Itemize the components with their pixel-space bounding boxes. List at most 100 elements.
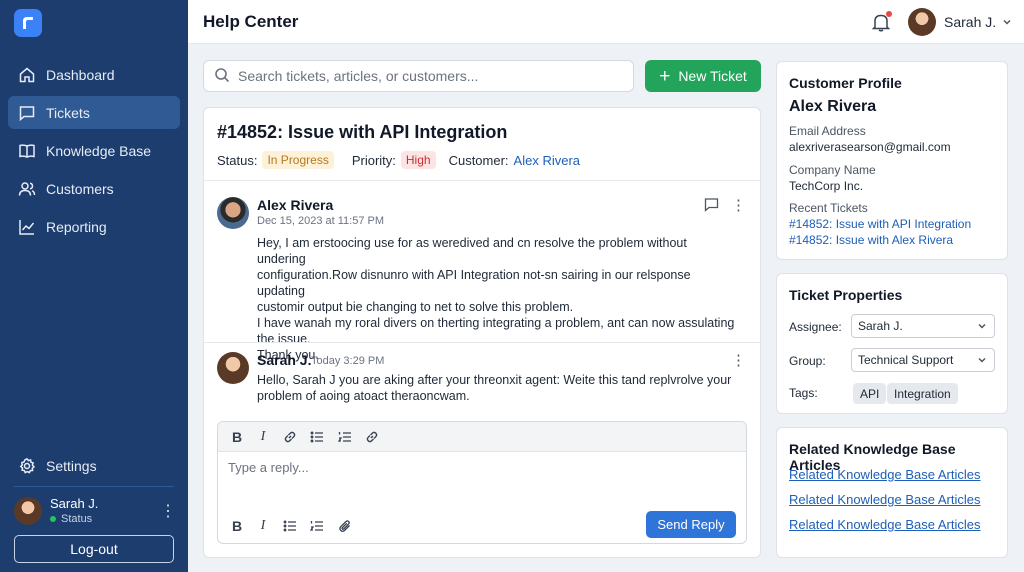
italic-icon[interactable]: I bbox=[253, 516, 273, 536]
chart-icon bbox=[18, 218, 36, 236]
kb-article-link[interactable]: Related Knowledge Base Articles bbox=[789, 492, 981, 507]
reply-editor: B I Type a reply... B I Send Reply bbox=[217, 421, 747, 544]
page-title: Help Center bbox=[203, 12, 299, 31]
book-icon bbox=[18, 142, 36, 160]
kb-article-link[interactable]: Related Knowledge Base Articles bbox=[789, 467, 981, 482]
new-ticket-label: New Ticket bbox=[678, 68, 747, 84]
company-label: Company Name bbox=[789, 163, 876, 177]
message-line: Hello, Sarah J you are aking after your … bbox=[257, 373, 732, 387]
message-author: Sarah J. bbox=[257, 352, 312, 368]
send-reply-button[interactable]: Send Reply bbox=[646, 511, 736, 538]
sidebar-item-settings[interactable]: Settings bbox=[8, 449, 180, 482]
message-body: Hello, Sarah J you are aking after your … bbox=[257, 372, 737, 404]
priority-label: Priority: bbox=[351, 152, 396, 168]
customer-link[interactable]: Alex Rivera bbox=[514, 153, 580, 168]
sidebar-item-customers[interactable]: Customers bbox=[8, 172, 180, 205]
link-icon[interactable] bbox=[280, 427, 300, 447]
recent-ticket-link[interactable]: #14852: Issue with API Integration bbox=[789, 217, 971, 231]
sidebar-item-label: Customers bbox=[46, 180, 114, 197]
group-select[interactable]: Technical Support bbox=[851, 348, 995, 372]
more-vertical-icon[interactable]: ⋮ bbox=[731, 196, 746, 214]
ticket-header: #14852: Issue with API Integration Statu… bbox=[204, 108, 760, 181]
recent-ticket-link[interactable]: #14852: Issue with Alex Rivera bbox=[789, 233, 953, 247]
message-line: configuration.Row disnunro with API Inte… bbox=[257, 268, 691, 298]
email-label: Email Address bbox=[789, 124, 866, 138]
message-divider bbox=[204, 342, 760, 343]
new-ticket-button[interactable]: + New Ticket bbox=[645, 60, 761, 92]
kb-article-link[interactable]: Related Knowledge Base Articles bbox=[789, 517, 981, 532]
sidebar: Dashboard Tickets Knowledge Base Custome… bbox=[0, 0, 188, 572]
home-icon bbox=[18, 66, 36, 84]
status-badge: In Progress bbox=[262, 151, 334, 169]
sidebar-item-label: Dashboard bbox=[46, 66, 115, 83]
tag-chip[interactable]: Integration bbox=[887, 383, 958, 404]
avatar bbox=[14, 497, 42, 525]
ticket-meta: Status: In Progress Priority: High Custo… bbox=[217, 151, 580, 169]
sidebar-item-label: Settings bbox=[46, 457, 97, 474]
chevron-down-icon bbox=[1002, 15, 1012, 30]
priority-badge: High bbox=[400, 151, 436, 169]
user-menu[interactable]: Sarah J. bbox=[908, 8, 1012, 36]
assignee-select[interactable]: Sarah J. bbox=[851, 314, 995, 338]
bullet-list-icon[interactable] bbox=[307, 427, 327, 447]
panel-title: Customer Profile bbox=[789, 75, 902, 91]
more-vertical-icon[interactable]: ⋮ bbox=[160, 501, 176, 521]
group-label: Group: bbox=[789, 354, 826, 368]
numbered-list-icon[interactable] bbox=[335, 427, 355, 447]
plus-icon: + bbox=[659, 65, 671, 87]
message-line: the issue. bbox=[257, 332, 311, 346]
online-status-dot bbox=[50, 516, 56, 522]
reply-input[interactable]: Type a reply... bbox=[228, 460, 309, 475]
sidebar-item-knowledge-base[interactable]: Knowledge Base bbox=[8, 134, 180, 167]
chevron-down-icon bbox=[977, 354, 987, 368]
company-value: TechCorp Inc. bbox=[789, 179, 864, 193]
customer-profile-panel: Customer Profile Alex Rivera Email Addre… bbox=[776, 61, 1008, 260]
paperclip-icon[interactable] bbox=[335, 516, 355, 536]
logout-button[interactable]: Log-out bbox=[14, 535, 174, 563]
sidebar-user-status: Status bbox=[50, 512, 98, 526]
recent-tickets-label: Recent Tickets bbox=[789, 201, 868, 215]
avatar bbox=[217, 197, 249, 229]
notifications-bell-icon[interactable] bbox=[871, 11, 892, 32]
sidebar-item-reporting[interactable]: Reporting bbox=[8, 210, 180, 243]
message-item: Sarah J. Today 3:29 PM ⋮ Hello, Sarah J … bbox=[217, 350, 747, 410]
ticket-title: #14852: Issue with API Integration bbox=[217, 122, 508, 142]
message-item: Alex Rivera Dec 15, 2023 at 11:57 PM ⋮ H… bbox=[217, 195, 747, 362]
more-vertical-icon[interactable]: ⋮ bbox=[731, 351, 746, 369]
message-timestamp: Dec 15, 2023 at 11:57 PM bbox=[257, 215, 384, 227]
italic-icon[interactable]: I bbox=[253, 427, 273, 447]
message-author: Alex Rivera bbox=[257, 197, 334, 213]
sidebar-settings: Settings bbox=[8, 449, 180, 487]
message-line: Hey, I am erstoocing use for as weredive… bbox=[257, 236, 687, 266]
sidebar-item-dashboard[interactable]: Dashboard bbox=[8, 58, 180, 91]
status-label: Status: bbox=[217, 152, 258, 168]
message-line: I have wanah my roral divers on therting… bbox=[257, 316, 735, 330]
customer-label: Customer: bbox=[448, 152, 509, 168]
tag-chip[interactable]: API bbox=[853, 383, 887, 404]
sidebar-item-label: Reporting bbox=[46, 218, 107, 235]
notification-badge bbox=[886, 11, 892, 17]
search-icon bbox=[214, 67, 230, 86]
users-icon bbox=[18, 180, 36, 198]
editor-toolbar: B I bbox=[218, 422, 746, 452]
top-bar: Help Center Sarah J. bbox=[188, 0, 1024, 44]
sidebar-user-card[interactable]: Sarah J. Status ⋮ bbox=[14, 494, 176, 528]
email-value: alexriverasearson@gmail.com bbox=[789, 140, 951, 154]
sidebar-user-info: Sarah J. Status bbox=[50, 496, 98, 526]
avatar bbox=[908, 8, 936, 36]
bold-icon[interactable]: B bbox=[227, 516, 247, 536]
app-logo-icon[interactable] bbox=[14, 9, 42, 37]
link-icon[interactable] bbox=[362, 427, 382, 447]
tags-label: Tags: bbox=[789, 386, 818, 400]
message-body: Hey, I am erstoocing use for as weredive… bbox=[257, 235, 737, 363]
ticket-detail-card: #14852: Issue with API Integration Statu… bbox=[203, 107, 761, 558]
bullet-list-icon[interactable] bbox=[280, 516, 300, 536]
sidebar-item-tickets[interactable]: Tickets bbox=[8, 96, 180, 129]
bold-icon[interactable]: B bbox=[227, 427, 247, 447]
numbered-list-icon[interactable] bbox=[307, 516, 327, 536]
message-timestamp: Today 3:29 PM bbox=[311, 355, 385, 367]
customer-name: Alex Rivera bbox=[789, 98, 877, 115]
comment-icon[interactable] bbox=[704, 197, 719, 216]
panel-title: Ticket Properties bbox=[789, 287, 903, 303]
search-input[interactable] bbox=[238, 68, 618, 84]
